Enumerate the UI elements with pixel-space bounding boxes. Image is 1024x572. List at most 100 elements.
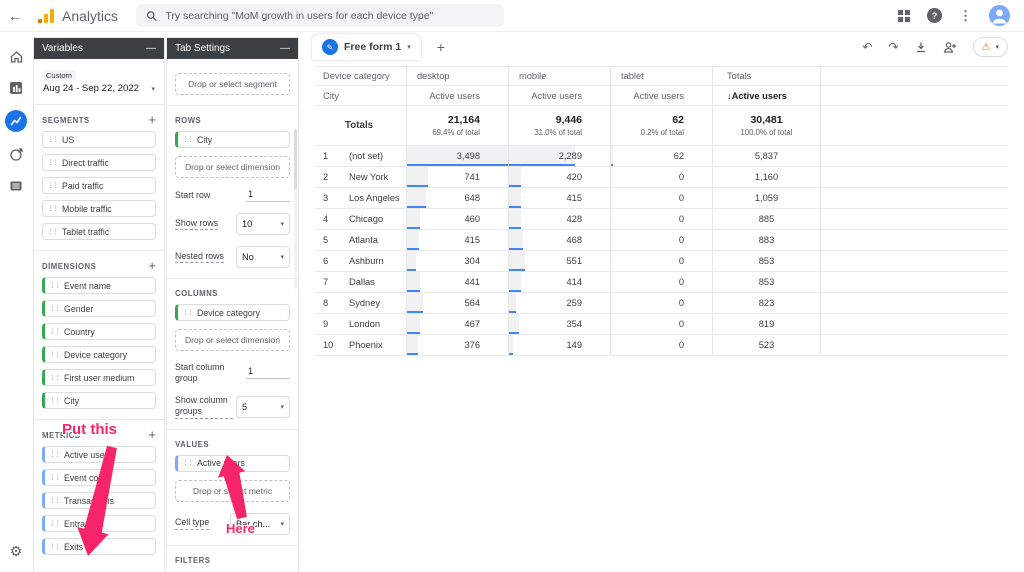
col-header-tablet[interactable]: tablet xyxy=(611,67,713,85)
home-icon[interactable] xyxy=(6,46,26,66)
segment-chip-us[interactable]: ⋮⋮US xyxy=(42,131,156,148)
city-cell[interactable]: 1(not set) xyxy=(315,146,407,166)
apps-grid-icon[interactable] xyxy=(898,10,910,22)
redo-icon[interactable]: ↷ xyxy=(888,40,898,54)
city-cell[interactable]: 6Ashburn xyxy=(315,251,407,271)
column-dimension-header[interactable]: Device category xyxy=(315,67,407,85)
segment-dropzone[interactable]: Drop or select segment xyxy=(175,73,290,95)
date-range-selector[interactable]: Aug 24 - Sep 22, 2022 ▾ xyxy=(41,83,157,94)
table-row[interactable]: 9London4673540819 xyxy=(315,314,1008,335)
metric-cell-tablet[interactable]: 0 xyxy=(611,335,713,355)
metric-cell-desktop[interactable]: 376 xyxy=(407,335,509,355)
metric-chip-transactions[interactable]: ⋮⋮Transactions xyxy=(42,492,156,509)
metric-cell-total[interactable]: 823 xyxy=(713,293,821,313)
dimension-chip-first-user-medium[interactable]: ⋮⋮First user medium xyxy=(42,369,156,386)
segment-chip-paid-traffic[interactable]: ⋮⋮Paid traffic xyxy=(42,177,156,194)
metric-cell-tablet[interactable]: 0 xyxy=(611,167,713,187)
city-cell[interactable]: 5Atlanta xyxy=(315,230,407,250)
metric-cell-mobile[interactable]: 354 xyxy=(509,314,611,334)
metric-cell-total[interactable]: 885 xyxy=(713,209,821,229)
add-dimension-icon[interactable]: + xyxy=(148,261,156,271)
metric-cell-mobile[interactable]: 149 xyxy=(509,335,611,355)
columns-dimension-dropzone[interactable]: Drop or select dimension xyxy=(175,329,290,351)
help-icon[interactable]: ? xyxy=(927,8,942,23)
columns-chip-device-category[interactable]: ⋮⋮ Device category xyxy=(175,304,290,321)
metric-cell-tablet[interactable]: 0 xyxy=(611,251,713,271)
table-row[interactable]: 6Ashburn3045510853 xyxy=(315,251,1008,272)
metric-cell-mobile[interactable]: 259 xyxy=(509,293,611,313)
city-cell[interactable]: 3Los Angeles xyxy=(315,188,407,208)
metric-cell-desktop[interactable]: 741 xyxy=(407,167,509,187)
metric-cell-desktop[interactable]: 460 xyxy=(407,209,509,229)
col-header-totals[interactable]: Totals xyxy=(713,67,821,85)
cell-type-select[interactable]: Bar ch... ▾ xyxy=(230,513,290,535)
city-cell[interactable]: 7Dallas xyxy=(315,272,407,292)
metric-cell-mobile[interactable]: 414 xyxy=(509,272,611,292)
metric-header-tablet[interactable]: Active users xyxy=(611,86,713,105)
warning-menu[interactable]: ⚠ ▾ xyxy=(973,37,1008,57)
metric-chip-active-users[interactable]: ⋮⋮Active users xyxy=(42,446,156,463)
metric-cell-desktop[interactable]: 441 xyxy=(407,272,509,292)
table-row[interactable]: 5Atlanta4154680883 xyxy=(315,230,1008,251)
metric-chip-exits[interactable]: ⋮⋮Exits xyxy=(42,538,156,555)
download-icon[interactable] xyxy=(915,41,927,53)
segment-chip-direct-traffic[interactable]: ⋮⋮Direct traffic xyxy=(42,154,156,171)
table-row[interactable]: 7Dallas4414140853 xyxy=(315,272,1008,293)
explore-icon[interactable] xyxy=(5,110,27,132)
metric-cell-tablet[interactable]: 0 xyxy=(611,188,713,208)
metric-cell-total[interactable]: 819 xyxy=(713,314,821,334)
col-header-mobile[interactable]: mobile xyxy=(509,67,611,85)
table-row[interactable]: 4Chicago4604280885 xyxy=(315,209,1008,230)
segment-chip-mobile-traffic[interactable]: ⋮⋮Mobile traffic xyxy=(42,200,156,217)
collapse-tab-settings-icon[interactable]: — xyxy=(280,43,290,54)
metric-header-mobile[interactable]: Active users xyxy=(509,86,611,105)
table-row[interactable]: 1(not set)3,4982,289625,837 xyxy=(315,146,1008,167)
metric-cell-total[interactable]: 853 xyxy=(713,272,821,292)
dimension-chip-event-name[interactable]: ⋮⋮Event name xyxy=(42,277,156,294)
metric-cell-mobile[interactable]: 551 xyxy=(509,251,611,271)
col-header-desktop[interactable]: desktop xyxy=(407,67,509,85)
metric-cell-mobile[interactable]: 415 xyxy=(509,188,611,208)
tab-free-form[interactable]: ✎ Free form 1 ▾ xyxy=(312,34,421,60)
rows-chip-city[interactable]: ⋮⋮ City xyxy=(175,131,290,148)
metric-cell-total[interactable]: 853 xyxy=(713,251,821,271)
panel-scrollbar[interactable] xyxy=(294,129,297,289)
totals-row[interactable]: Totals 21,16469.4% of total 9,44631.0% o… xyxy=(315,106,1008,146)
dimension-chip-gender[interactable]: ⋮⋮Gender xyxy=(42,300,156,317)
metric-cell-tablet[interactable]: 0 xyxy=(611,314,713,334)
segment-chip-tablet-traffic[interactable]: ⋮⋮Tablet traffic xyxy=(42,223,156,240)
table-row[interactable]: 8Sydney5642590823 xyxy=(315,293,1008,314)
metric-cell-desktop[interactable]: 415 xyxy=(407,230,509,250)
table-row[interactable]: 2New York74142001,160 xyxy=(315,167,1008,188)
undo-icon[interactable]: ↶ xyxy=(862,40,872,54)
values-chip-active-users[interactable]: ⋮⋮ Active users xyxy=(175,455,290,472)
add-tab-button[interactable]: + xyxy=(437,39,445,55)
search-input[interactable] xyxy=(165,10,494,22)
advertising-icon[interactable] xyxy=(6,144,26,164)
metric-cell-tablet[interactable]: 0 xyxy=(611,272,713,292)
metric-cell-desktop[interactable]: 467 xyxy=(407,314,509,334)
table-row[interactable]: 10Phoenix3761490523 xyxy=(315,335,1008,356)
metric-cell-desktop[interactable]: 3,498 xyxy=(407,146,509,166)
metric-header-totals-sorted[interactable]: ↓Active users xyxy=(713,86,821,105)
rows-dimension-dropzone[interactable]: Drop or select dimension xyxy=(175,156,290,178)
city-cell[interactable]: 8Sydney xyxy=(315,293,407,313)
values-metric-dropzone[interactable]: Drop or select metric xyxy=(175,480,290,502)
metric-cell-total[interactable]: 523 xyxy=(713,335,821,355)
admin-settings-icon[interactable]: ⚙ xyxy=(10,543,23,560)
metric-header-desktop[interactable]: Active users xyxy=(407,86,509,105)
metric-cell-tablet[interactable]: 0 xyxy=(611,209,713,229)
metric-cell-desktop[interactable]: 304 xyxy=(407,251,509,271)
reports-icon[interactable] xyxy=(6,78,26,98)
metric-cell-mobile[interactable]: 428 xyxy=(509,209,611,229)
start-column-group-input[interactable]: 1 xyxy=(246,366,290,379)
city-cell[interactable]: 9London xyxy=(315,314,407,334)
dimension-chip-country[interactable]: ⋮⋮Country xyxy=(42,323,156,340)
metric-chip-entrances[interactable]: ⋮⋮Entrances xyxy=(42,515,156,532)
city-cell[interactable]: 2New York xyxy=(315,167,407,187)
more-menu-icon[interactable]: ⋮ xyxy=(959,8,972,24)
metric-cell-tablet[interactable]: 0 xyxy=(611,230,713,250)
collapse-variables-icon[interactable]: — xyxy=(146,43,156,54)
metric-cell-total[interactable]: 883 xyxy=(713,230,821,250)
metric-cell-mobile[interactable]: 2,289 xyxy=(509,146,611,166)
